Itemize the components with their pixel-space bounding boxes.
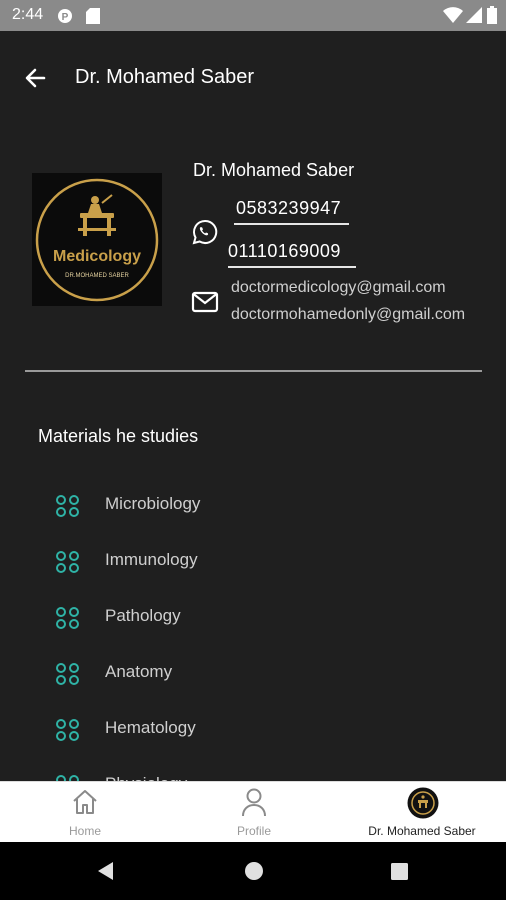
material-label: Immunology	[105, 550, 198, 569]
back-arrow-icon[interactable]	[22, 65, 52, 91]
material-item-hematology[interactable]: Hematology	[55, 715, 355, 745]
phone-number-link[interactable]: 0583239947	[236, 198, 341, 219]
doctor-avatar-icon	[407, 787, 439, 824]
section-divider	[25, 370, 482, 372]
material-item-immunology[interactable]: Immunology	[55, 547, 355, 577]
signal-icon	[466, 7, 482, 28]
wifi-icon	[443, 7, 463, 28]
person-icon	[240, 787, 268, 822]
app-bar: Dr. Mohamed Saber	[0, 31, 506, 123]
doctor-name: Dr. Mohamed Saber	[193, 160, 355, 180]
material-bullet-icon	[55, 717, 81, 748]
material-label: Hematology	[105, 718, 196, 737]
material-item-pathology[interactable]: Pathology	[55, 603, 355, 633]
email-link[interactable]: doctormohamedonly@gmail.com	[231, 306, 465, 324]
whatsapp-icon	[192, 219, 218, 250]
material-label: Anatomy	[105, 662, 173, 681]
material-bullet-icon	[55, 661, 81, 692]
app-notification-icon: P	[57, 8, 73, 29]
materials-section-title: Materials he studies	[38, 426, 199, 446]
material-label: Microbiology	[105, 494, 201, 513]
material-item-microbiology[interactable]: Microbiology	[55, 491, 355, 521]
material-bullet-icon	[55, 549, 81, 580]
material-bullet-icon	[55, 605, 81, 636]
medicology-emblem-icon	[78, 194, 116, 236]
phone-number-link[interactable]: 01110169009	[228, 241, 341, 262]
nav-tab-doctor[interactable]: Dr. Mohamed Saber	[338, 782, 506, 842]
home-icon	[71, 788, 99, 821]
system-home-icon[interactable]	[244, 861, 264, 886]
doctor-logo: Medicology DR.MOHAMED SABER	[32, 173, 162, 306]
sd-card-icon	[86, 8, 100, 29]
nav-tab-home[interactable]: Home	[0, 782, 170, 842]
phone-underline	[234, 223, 349, 225]
system-navigation-bar	[0, 842, 506, 900]
status-time: 2:44	[12, 6, 44, 23]
nav-label: Home	[68, 824, 101, 838]
status-bar: 2:44 P	[0, 0, 506, 31]
system-back-icon[interactable]	[96, 861, 116, 886]
nav-label: Profile	[236, 824, 271, 838]
bottom-navigation: Home Profile Dr. Mohamed Saber	[0, 781, 506, 842]
mail-icon	[191, 291, 219, 318]
phone-underline	[228, 266, 356, 268]
nav-tab-profile[interactable]: Profile	[170, 782, 338, 842]
material-item-anatomy[interactable]: Anatomy	[55, 659, 355, 689]
nav-label: Dr. Mohamed Saber	[368, 824, 476, 838]
material-label: Pathology	[105, 606, 181, 625]
email-link[interactable]: doctormedicology@gmail.com	[231, 279, 446, 297]
svg-text:P: P	[62, 12, 69, 23]
page-title: Dr. Mohamed Saber	[75, 66, 254, 88]
battery-icon	[487, 6, 497, 29]
logo-subtext: DR.MOHAMED SABER	[65, 273, 129, 279]
system-recents-icon[interactable]	[391, 863, 408, 885]
material-bullet-icon	[55, 493, 81, 524]
logo-wordmark: Medicology	[53, 248, 141, 265]
